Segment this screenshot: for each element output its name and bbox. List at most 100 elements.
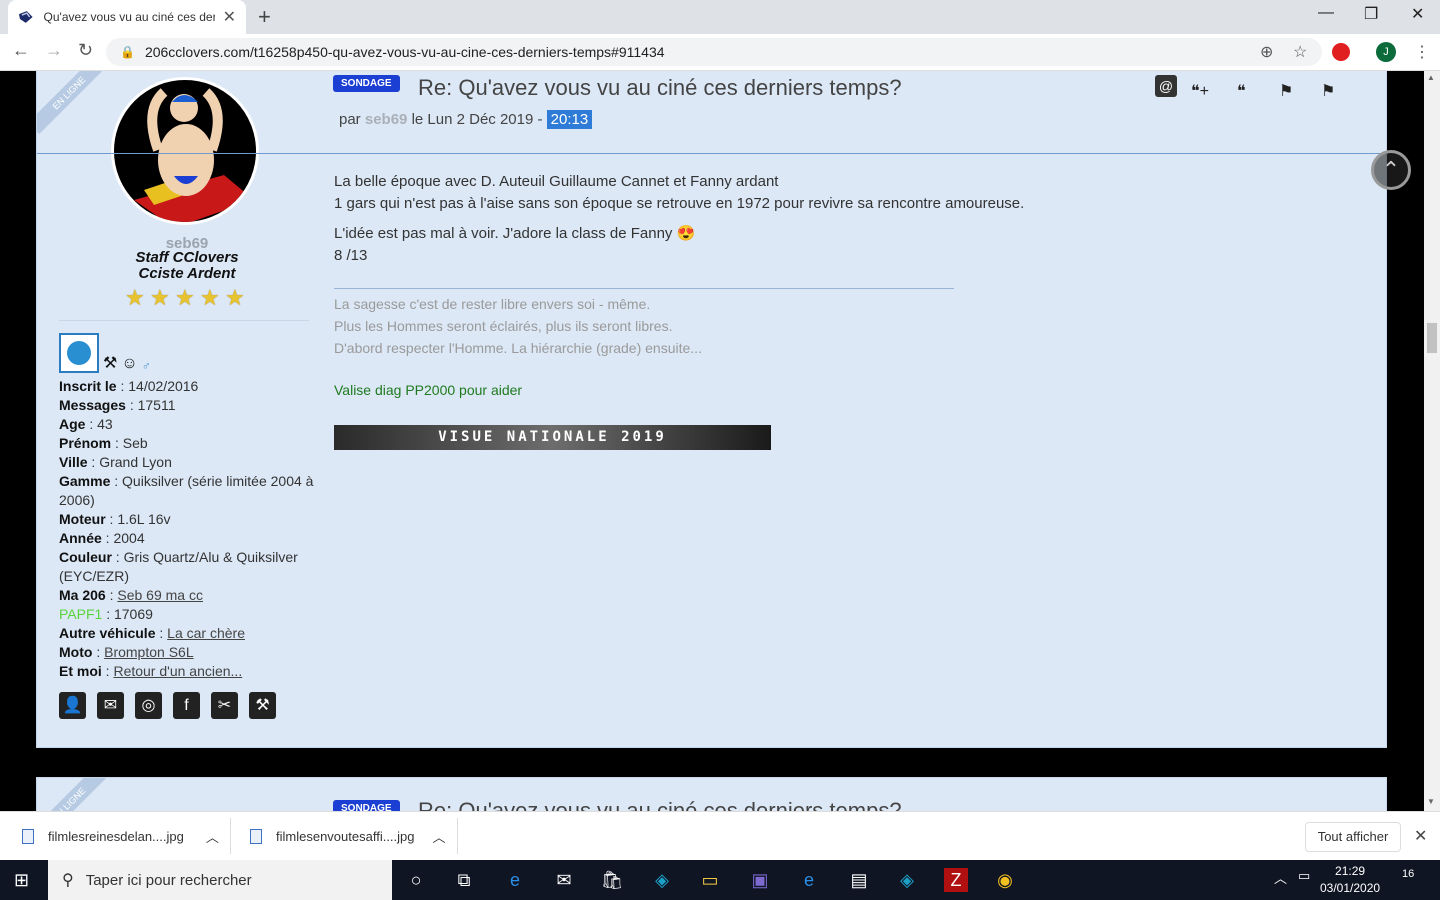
signature-link[interactable]: Valise diag PP2000 pour aider	[334, 382, 522, 398]
profile-link[interactable]: Retour d'un ancien...	[113, 663, 242, 679]
site-favicon-icon	[18, 11, 33, 23]
zoom-icon[interactable]: ⊕	[1260, 42, 1273, 62]
post-title[interactable]: Re: Qu'avez vous vu au ciné ces derniers…	[418, 798, 902, 811]
url-text: 206cclovers.com/t16258p450-qu-avez-vous-…	[144, 44, 665, 60]
edge-icon[interactable]: e	[503, 868, 527, 892]
online-ribbon: EN LIGNE	[37, 778, 107, 811]
meta-author[interactable]: seb69	[365, 111, 408, 128]
minimize-icon[interactable]: —	[1318, 4, 1334, 22]
post-meta: par seb69 le Lun 2 Déc 2019 - 20:13	[339, 110, 593, 129]
image-file-icon	[250, 829, 262, 844]
mention-icon[interactable]: @	[1155, 75, 1177, 97]
chrome-icon[interactable]: ◉	[993, 868, 1017, 892]
show-all-downloads-button[interactable]: Tout afficher	[1305, 822, 1401, 852]
download-item[interactable]: filmlesreinesdelan....jpg ︿	[22, 812, 219, 861]
facebook-icon[interactable]: f	[173, 692, 200, 719]
website-icon[interactable]: ◎	[135, 692, 162, 719]
multiquote-icon[interactable]: ❝+	[1191, 81, 1209, 101]
chevron-up-icon[interactable]: ︿	[433, 827, 446, 846]
browser-toolbar: ← → ↻ 🔒 206cclovers.com/t16258p450-qu-av…	[0, 34, 1440, 71]
profile-field: Ma 206 : Seb 69 ma cc	[59, 587, 203, 603]
male-gender-icon: ♂	[141, 359, 151, 373]
documents-icon[interactable]: ▤	[847, 868, 871, 892]
reload-icon[interactable]: ↻	[78, 40, 93, 61]
menu-kebab-icon[interactable]: ⋮	[1414, 42, 1430, 62]
tools-alt-icon[interactable]: ⚒	[249, 692, 276, 719]
tab-title: Qu'avez vous vu au ciné ces derniers tem…	[43, 10, 215, 24]
profile-icon[interactable]: 👤	[59, 692, 86, 719]
signature-divider	[334, 288, 954, 289]
tools-icon[interactable]: ✂	[211, 692, 238, 719]
filezilla-icon[interactable]: Z	[944, 868, 968, 892]
mechanic-badge-icon: ⚒	[103, 355, 118, 372]
window-close-icon[interactable]: ✕	[1411, 4, 1424, 24]
browser-tab[interactable]: Qu'avez vous vu au ciné ces derniers tem…	[8, 0, 246, 34]
bookmark-star-icon[interactable]: ☆	[1293, 42, 1307, 62]
profile-field: Et moi : Retour d'un ancien...	[59, 663, 243, 679]
profile-link[interactable]: La car chère	[167, 625, 245, 641]
forum-post: EN LIGNE SONDAGE Re: Qu'avez vous vu au …	[36, 777, 1387, 811]
profile-link[interactable]: Seb 69 ma cc	[117, 587, 203, 603]
profile-field: Inscrit le : 14/02/2016	[59, 378, 199, 394]
moderate-icon[interactable]: ⚑	[1321, 81, 1335, 101]
profile-field: Age : 43	[59, 416, 113, 432]
image-file-icon	[22, 829, 34, 844]
driver-badge-icon: ☺	[121, 355, 138, 372]
profile-avatar[interactable]: J	[1376, 42, 1396, 62]
close-download-bar-icon[interactable]: ✕	[1414, 826, 1427, 846]
address-bar[interactable]: 🔒 206cclovers.com/t16258p450-qu-avez-vou…	[106, 38, 1322, 66]
post-header: SONDAGE	[333, 800, 400, 811]
file-explorer-icon[interactable]: ▭	[698, 868, 722, 892]
maximize-icon[interactable]: ❐	[1364, 4, 1378, 24]
divider	[59, 320, 309, 321]
search-icon: ⚲	[62, 872, 74, 889]
download-item[interactable]: filmlesenvoutesaffi....jpg ︿	[250, 812, 446, 861]
app-viewer-icon[interactable]: ▣	[748, 868, 772, 892]
signature-banner[interactable]: VISUE NATIONALE 2019	[334, 425, 771, 450]
contact-icons: 👤 ✉ ◎ f ✂ ⚒	[59, 692, 276, 719]
header-divider	[37, 153, 1388, 154]
forum-post: EN LIGNE seb69 Staff CClovers Cciste Ard…	[36, 71, 1388, 748]
taskbar-search[interactable]: ⚲ Taper ici pour rechercher	[48, 860, 392, 900]
system-clock[interactable]: 21:29 03/01/2020	[1320, 863, 1380, 897]
quote-icon[interactable]: ❝	[1237, 81, 1246, 101]
tab-close-icon[interactable]: ✕	[223, 7, 236, 27]
new-tab-button[interactable]: +	[258, 4, 271, 30]
extension-adblock-icon[interactable]	[1332, 43, 1350, 61]
forward-icon[interactable]: →	[45, 40, 63, 61]
notification-center-icon[interactable]: 16	[1402, 868, 1414, 880]
profile-link[interactable]: Brompton S6L	[104, 644, 194, 660]
star-icon: ★	[150, 285, 170, 310]
report-flag-icon[interactable]: ⚑	[1279, 81, 1293, 101]
scroll-down-arrow-icon[interactable]: ▼	[1427, 797, 1435, 806]
chevron-up-icon[interactable]: ︿	[206, 827, 219, 846]
page-scrollbar[interactable]: ▲ ▼	[1424, 71, 1440, 811]
user-rank-staff: Staff CClovers	[135, 249, 239, 266]
windows-start-icon[interactable]: ⊞	[14, 870, 29, 891]
profile-field: Autre véhicule : La car chère	[59, 625, 245, 641]
star-icon: ★	[125, 285, 145, 310]
scrollbar-thumb[interactable]	[1427, 323, 1437, 353]
lock-icon: 🔒	[120, 45, 135, 59]
star-icon: ★	[175, 285, 195, 310]
app-diamond-icon[interactable]: ◈	[895, 868, 919, 892]
profile-field: Messages : 17511	[59, 397, 176, 413]
back-icon[interactable]: ←	[12, 40, 30, 61]
mail-icon[interactable]: ✉	[97, 692, 124, 719]
meta-time: 20:13	[546, 110, 593, 129]
post-title[interactable]: Re: Qu'avez vous vu au ciné ces derniers…	[418, 75, 902, 101]
scroll-up-arrow-icon[interactable]: ▲	[1427, 73, 1435, 82]
cortana-icon[interactable]: ○	[404, 868, 428, 892]
user-avatar[interactable]	[111, 77, 259, 225]
internet-explorer-icon[interactable]: e	[797, 868, 821, 892]
user-badges: ⚒ ☺ ♂	[59, 333, 151, 373]
battery-icon[interactable]: ▭	[1298, 868, 1310, 884]
tray-chevron-icon[interactable]: ︿	[1274, 868, 1287, 887]
scroll-to-top-button[interactable]: ⌃	[1371, 150, 1411, 190]
task-view-icon[interactable]: ⧉	[452, 868, 476, 892]
online-ribbon: EN LIGNE	[37, 71, 107, 137]
app-diamond-icon[interactable]: ◈	[650, 868, 674, 892]
profile-field: Gamme : Quiksilver (série limitée 2004 à…	[59, 473, 314, 508]
mail-app-icon[interactable]: ✉	[552, 868, 576, 892]
store-icon[interactable]: 🛍	[600, 868, 624, 892]
